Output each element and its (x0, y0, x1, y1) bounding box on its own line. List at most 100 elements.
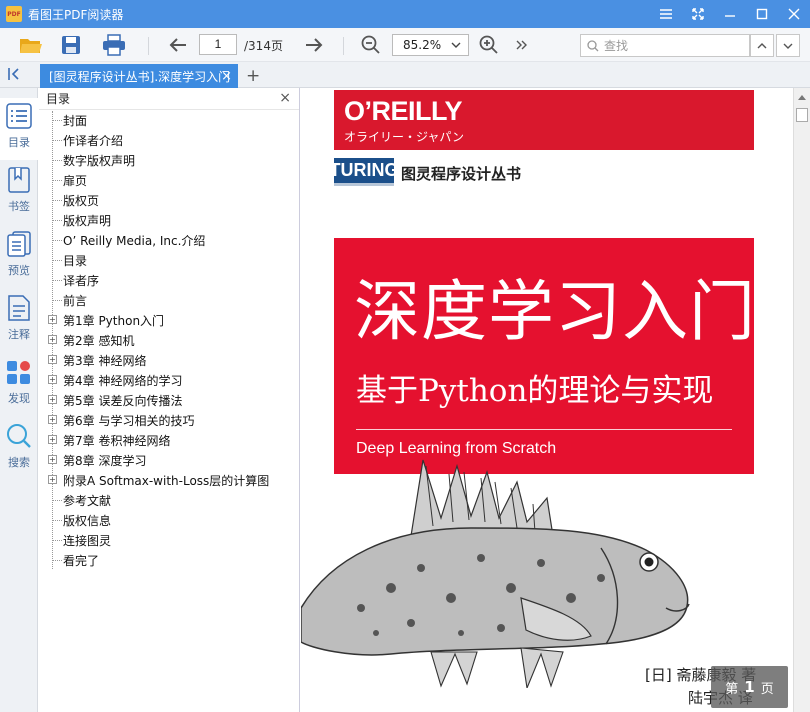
expand-icon[interactable]: + (48, 395, 57, 404)
search-next-button[interactable] (776, 34, 800, 57)
zoom-in-icon[interactable] (475, 32, 503, 58)
rail-label: 搜索 (8, 456, 30, 469)
toc-item[interactable]: 参考文献 (39, 490, 299, 510)
close-window-icon[interactable] (778, 0, 810, 28)
open-folder-icon[interactable] (17, 32, 45, 58)
prev-page-icon[interactable] (164, 32, 192, 58)
expand-icon[interactable]: + (48, 475, 57, 484)
toc-item-label: 第1章 Python入门 (63, 314, 165, 328)
toc-item-label: 目录 (63, 254, 88, 268)
new-tab-icon[interactable]: + (246, 66, 260, 86)
toc-item[interactable]: + 第3章 神经网络 (39, 350, 299, 370)
toc-item[interactable]: 连接图灵 (39, 530, 299, 550)
tab-strip: [图灵程序设计丛书].深度学习入门 × + (0, 62, 810, 88)
scrollbar-thumb[interactable] (796, 108, 808, 122)
expand-icon[interactable]: + (48, 315, 57, 324)
toc-item[interactable]: + 第1章 Python入门 (39, 310, 299, 330)
toc-item[interactable]: O’ Reilly Media, Inc.介绍 (39, 230, 299, 250)
rail-item-annotations[interactable]: 注释 (0, 290, 38, 352)
rail-item-bookmarks[interactable]: 书签 (0, 162, 38, 224)
tab-document[interactable]: [图灵程序设计丛书].深度学习入门 × (40, 64, 238, 88)
toc-item[interactable]: 译者序 (39, 270, 299, 290)
fullscreen-icon[interactable] (682, 0, 714, 28)
tree-connector (53, 560, 62, 561)
minimize-icon[interactable] (714, 0, 746, 28)
rail-item-discover[interactable]: 发现 (0, 354, 38, 416)
zoom-value: 85.2% (403, 38, 442, 52)
toc-item[interactable]: + 第6章 与学习相关的技巧 (39, 410, 299, 430)
toc-item-label: 第8章 深度学习 (63, 454, 147, 468)
expand-icon[interactable]: + (48, 415, 57, 424)
toc-item[interactable]: + 第4章 神经网络的学习 (39, 370, 299, 390)
expand-icon[interactable]: + (48, 375, 57, 384)
rail-item-preview[interactable]: 预览 (0, 226, 38, 288)
tree-connector (53, 300, 62, 301)
toolbar-divider (148, 37, 149, 55)
more-tools-icon[interactable] (512, 32, 532, 58)
toc-item[interactable]: 目录 (39, 250, 299, 270)
search-prev-button[interactable] (750, 34, 774, 57)
publisher-logo: O’REILLY (344, 96, 463, 126)
toc-close-icon[interactable]: × (279, 90, 291, 106)
tab-close-icon[interactable]: × (221, 69, 232, 84)
page-number-input[interactable]: 1 (199, 34, 237, 55)
page-indicator-overlay: 第 1 页 (711, 666, 788, 708)
toc-header: 目录 (39, 88, 299, 110)
next-page-icon[interactable] (300, 32, 328, 58)
zoom-out-icon[interactable] (357, 32, 385, 58)
toc-item[interactable]: 扉页 (39, 170, 299, 190)
book-english-title: Deep Learning from Scratch (356, 440, 557, 457)
document-viewer[interactable]: O’REILLY オライリー・ジャパン TURING 图灵程序设计丛书 深度学习… (301, 88, 793, 712)
tree-connector (53, 520, 62, 521)
fish-illustration (301, 459, 690, 688)
toc-item[interactable]: + 附录A Softmax-with-Loss层的计算图 (39, 470, 299, 490)
toc-item-label: 第7章 卷积神经网络 (63, 434, 171, 448)
toc-item[interactable]: 版权声明 (39, 210, 299, 230)
toc-item[interactable]: 看完了 (39, 550, 299, 570)
toc-item[interactable]: + 第2章 感知机 (39, 330, 299, 350)
expand-icon[interactable]: + (48, 455, 57, 464)
zoom-select[interactable]: 85.2% (392, 34, 469, 56)
rail-label: 发现 (8, 392, 30, 405)
chevron-down-icon (783, 43, 793, 49)
search-input[interactable]: 查找 (580, 34, 750, 57)
toc-item-label: 译者序 (63, 274, 100, 288)
search-icon (587, 39, 599, 51)
vertical-scrollbar[interactable] (793, 88, 810, 712)
toc-item[interactable]: 作译者介绍 (39, 130, 299, 150)
toc-item-label: 作译者介绍 (63, 134, 124, 148)
apps-grid-icon (6, 356, 32, 388)
toc-item[interactable]: 版权信息 (39, 510, 299, 530)
maximize-icon[interactable] (746, 0, 778, 28)
expand-icon[interactable]: + (48, 355, 57, 364)
save-icon[interactable] (58, 32, 84, 58)
toc-item[interactable]: + 第7章 卷积神经网络 (39, 430, 299, 450)
menu-icon[interactable] (650, 0, 682, 28)
expand-icon[interactable]: + (48, 335, 57, 344)
toc-item-label: 第3章 神经网络 (63, 354, 147, 368)
rail-item-search[interactable]: 搜索 (0, 418, 38, 480)
cover-divider (356, 429, 732, 430)
collapse-sidebar-icon[interactable] (8, 67, 24, 84)
search-placeholder: 查找 (604, 39, 629, 53)
toolbar-divider (343, 37, 344, 55)
toc-item[interactable]: + 第5章 误差反向传播法 (39, 390, 299, 410)
tree-connector (53, 540, 62, 541)
toc-item[interactable]: + 第8章 深度学习 (39, 450, 299, 470)
tree-connector (53, 120, 62, 121)
rail-label: 目录 (8, 136, 30, 149)
toc-item[interactable]: 封面 (39, 110, 299, 130)
expand-icon[interactable]: + (48, 435, 57, 444)
toc-list-icon (6, 100, 32, 132)
toc-item[interactable]: 前言 (39, 290, 299, 310)
scroll-up-icon[interactable] (798, 94, 806, 100)
book-subtitle: 基于Python的理论与实现 (356, 373, 714, 409)
print-icon[interactable] (100, 32, 128, 58)
series-name: 图灵程序设计丛书 (401, 165, 522, 183)
toc-item-label: O’ Reilly Media, Inc.介绍 (63, 234, 206, 248)
toc-item-label: 前言 (63, 294, 88, 308)
tree-connector (53, 500, 62, 501)
rail-item-toc[interactable]: 目录 (0, 98, 38, 160)
toc-item[interactable]: 版权页 (39, 190, 299, 210)
toc-item[interactable]: 数字版权声明 (39, 150, 299, 170)
